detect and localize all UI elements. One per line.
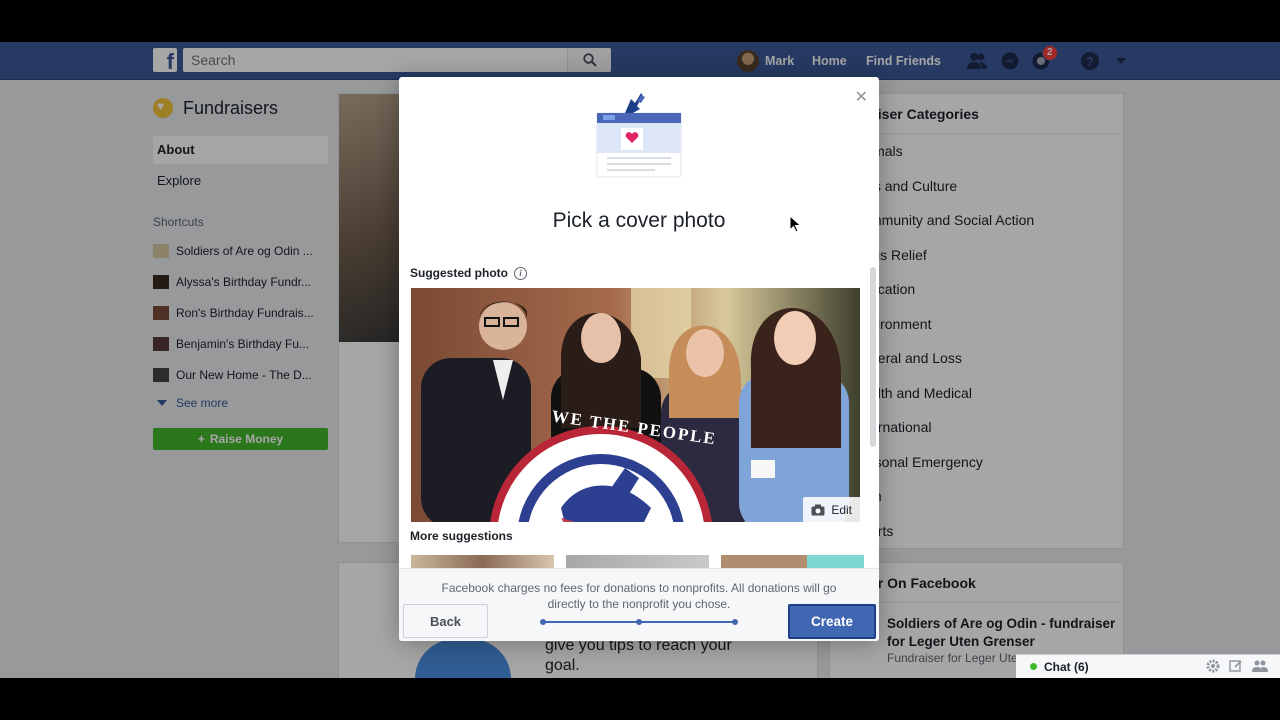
camera-icon — [811, 504, 825, 515]
facebook-window: f Mark Home Find Friends 2 ? — [0, 42, 1280, 678]
fundraiser-illustration-icon — [596, 93, 682, 178]
suggested-photo-label: Suggested photo — [410, 266, 508, 280]
online-status-icon — [1030, 663, 1037, 670]
back-button[interactable]: Back — [403, 604, 488, 638]
suggestion-thumbnail[interactable] — [721, 555, 864, 568]
suggestion-thumbnail[interactable] — [566, 555, 709, 568]
chat-bar[interactable]: Chat (6) — [1016, 654, 1280, 678]
dialog-title: Pick a cover photo — [552, 209, 726, 232]
group-chat-icon[interactable] — [1252, 659, 1268, 673]
settings-gear-icon[interactable] — [1206, 659, 1220, 673]
edit-photo-button[interactable]: Edit — [803, 497, 860, 522]
progress-step-dot — [732, 619, 738, 625]
progress-step-dot — [540, 619, 546, 625]
scrollbar[interactable] — [870, 267, 876, 447]
cover-photo-dialog: ✕ Pick a cover photo Suggested photo i W… — [399, 77, 879, 641]
edit-label: Edit — [831, 502, 852, 517]
dialog-footer: Facebook charges no fees for donations t… — [399, 568, 879, 641]
step-progress-indicator — [540, 619, 738, 625]
group-photo-image — [411, 288, 860, 522]
suggested-cover-photo[interactable]: WE THE PEOPLE Edit — [411, 288, 860, 522]
suggested-photo-heading: Suggested photo i — [410, 266, 527, 280]
progress-step-dot — [636, 619, 642, 625]
mouse-cursor-icon — [789, 215, 801, 233]
close-icon[interactable]: ✕ — [855, 87, 868, 107]
create-button[interactable]: Create — [788, 604, 876, 639]
info-icon[interactable]: i — [514, 266, 527, 280]
more-suggestions-heading: More suggestions — [410, 529, 513, 543]
suggestion-thumbnail[interactable] — [411, 555, 554, 568]
photo-suggestions-scroll-area: Suggested photo i WE THE PEOPLE Edit Mor… — [399, 262, 879, 568]
chat-label: Chat (6) — [1044, 659, 1089, 674]
fees-notice: Facebook charges no fees for donations t… — [441, 581, 837, 611]
compose-icon[interactable] — [1229, 659, 1243, 673]
